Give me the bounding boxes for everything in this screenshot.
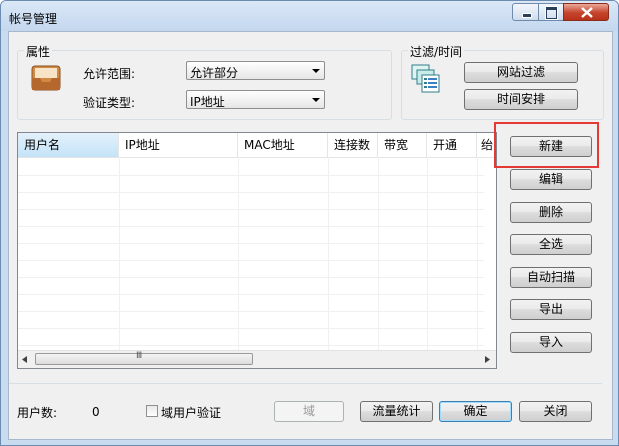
auth-type-value: IP地址 bbox=[190, 95, 225, 109]
filter-time-group-title: 过滤/时间 bbox=[408, 43, 465, 60]
scroll-thumb[interactable]: Ⅲ bbox=[35, 351, 253, 365]
grid-line bbox=[18, 226, 484, 227]
maximize-button[interactable] bbox=[538, 3, 564, 21]
scroll-right-icon[interactable] bbox=[484, 356, 490, 363]
close-window-button[interactable] bbox=[563, 3, 609, 21]
grid-line bbox=[18, 243, 484, 244]
horizontal-scrollbar[interactable]: Ⅲ bbox=[18, 350, 496, 368]
edit-button[interactable]: 编辑 bbox=[510, 169, 592, 190]
grid-line bbox=[18, 311, 484, 312]
column-header-connections[interactable]: 连接数 bbox=[328, 133, 378, 157]
site-filter-button[interactable]: 网站过滤 bbox=[464, 62, 578, 83]
ok-button[interactable]: 确定 bbox=[439, 401, 512, 422]
grid-line bbox=[18, 209, 484, 210]
scroll-left-icon[interactable] bbox=[22, 356, 28, 363]
time-schedule-button[interactable]: 时间安排 bbox=[464, 89, 578, 110]
minimize-icon bbox=[522, 13, 532, 18]
auto-scan-button[interactable]: 自动扫描 bbox=[510, 267, 592, 288]
properties-group-title: 属性 bbox=[24, 43, 53, 60]
accounts-list[interactable]: 用户名 IP地址 MAC地址 连接数 带宽 开通 绐 Ⅲ bbox=[17, 132, 497, 369]
window-title: 帐号管理 bbox=[9, 12, 58, 26]
chevron-down-icon bbox=[312, 98, 320, 102]
grid-line bbox=[477, 157, 478, 353]
grid-line bbox=[119, 157, 120, 353]
grid-line bbox=[378, 157, 379, 353]
allow-scope-label: 允许范围: bbox=[83, 67, 136, 81]
grid-line bbox=[18, 175, 484, 176]
grid-line bbox=[18, 277, 484, 278]
account-management-window: 帐号管理 属性 允许范围: 允许部分 验证类型: IP地址 过滤/时间 网站过滤… bbox=[0, 0, 619, 446]
delete-button[interactable]: 删除 bbox=[510, 202, 592, 223]
properties-group: 属性 允许范围: 允许部分 验证类型: IP地址 bbox=[17, 43, 392, 120]
auth-type-select[interactable]: IP地址 bbox=[186, 90, 325, 109]
close-button[interactable]: 关闭 bbox=[519, 401, 592, 422]
grid-line bbox=[238, 157, 239, 353]
export-button[interactable]: 导出 bbox=[510, 299, 592, 320]
grid-line bbox=[18, 260, 484, 261]
grid-line bbox=[18, 328, 484, 329]
grid-line bbox=[427, 157, 428, 353]
grid-line bbox=[18, 345, 484, 346]
inbox-tray-icon bbox=[31, 65, 61, 91]
scroll-thumb-grip: Ⅲ bbox=[136, 351, 143, 361]
domain-auth-checkbox[interactable] bbox=[146, 405, 158, 417]
column-header-bandwidth[interactable]: 带宽 bbox=[378, 133, 427, 157]
grid-line bbox=[328, 157, 329, 353]
minimize-button[interactable] bbox=[512, 3, 539, 21]
user-count-value: 0 bbox=[92, 405, 100, 419]
new-button-highlight bbox=[494, 122, 599, 168]
window-list-icon bbox=[411, 64, 440, 93]
traffic-stats-button[interactable]: 流量统计 bbox=[360, 401, 433, 422]
allow-scope-select[interactable]: 允许部分 bbox=[186, 61, 325, 80]
maximize-icon bbox=[546, 7, 557, 19]
close-icon bbox=[581, 7, 593, 18]
column-header-enabled[interactable]: 开通 bbox=[427, 133, 477, 157]
domain-button[interactable]: 域 bbox=[274, 401, 344, 422]
grid-line bbox=[18, 294, 484, 295]
auth-type-label: 验证类型: bbox=[83, 96, 136, 110]
column-header-username[interactable]: 用户名 bbox=[18, 133, 119, 157]
column-header-mac[interactable]: MAC地址 bbox=[238, 133, 328, 157]
domain-auth-label[interactable]: 域用户验证 bbox=[161, 404, 221, 421]
chevron-down-icon bbox=[312, 69, 320, 73]
footer-separator bbox=[9, 383, 602, 384]
allow-scope-value: 允许部分 bbox=[190, 66, 239, 80]
filter-time-group: 过滤/时间 网站过滤 时间安排 bbox=[401, 43, 604, 120]
accounts-list-header: 用户名 IP地址 MAC地址 连接数 带宽 开通 绐 bbox=[18, 133, 496, 158]
column-header-ip[interactable]: IP地址 bbox=[119, 133, 238, 157]
grid-line bbox=[18, 192, 484, 193]
import-button[interactable]: 导入 bbox=[510, 332, 592, 353]
select-all-button[interactable]: 全选 bbox=[510, 234, 592, 255]
title-bar[interactable]: 帐号管理 bbox=[1, 1, 618, 31]
user-count-label: 用户数: bbox=[17, 406, 58, 420]
